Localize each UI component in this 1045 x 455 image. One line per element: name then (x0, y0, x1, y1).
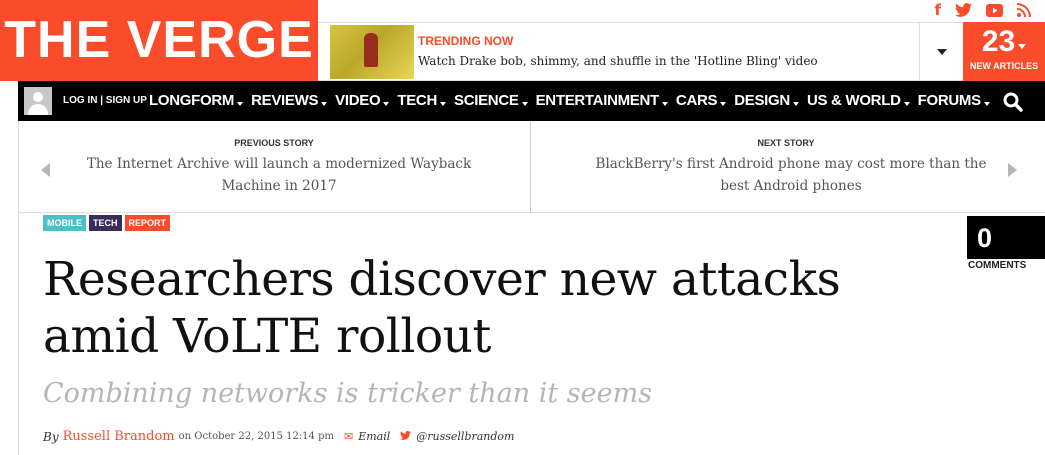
nav-item-tech[interactable]: TECH (397, 81, 446, 121)
twitter-icon[interactable] (955, 3, 972, 17)
email-share-link[interactable]: ✉ Email (344, 430, 390, 443)
trending-bar[interactable]: TRENDING NOW Watch Drake bob, shimmy, an… (318, 22, 963, 81)
chevron-down-icon (936, 48, 947, 55)
article: MOBILE TECH REPORT 0 COMMENTS Researcher… (18, 213, 1045, 455)
site-logo[interactable]: THE VERGE (0, 0, 318, 81)
facebook-icon[interactable]: f (934, 1, 941, 19)
next-story-link[interactable]: NEXT STORY BlackBerry's first Android ph… (531, 121, 1041, 213)
nav-item-us-world[interactable]: US & WORLD (807, 81, 910, 121)
comments-count: 0 (977, 223, 993, 253)
trending-label: TRENDING NOW (418, 34, 514, 48)
author-link[interactable]: Russell Brandom (63, 429, 175, 444)
trending-thumbnail[interactable] (330, 25, 414, 79)
nav-item-cars[interactable]: CARS (676, 81, 726, 121)
nav-item-reviews[interactable]: REVIEWS (251, 81, 327, 121)
nav-item-science[interactable]: SCIENCE (454, 81, 528, 121)
email-label: Email (358, 430, 391, 443)
previous-story-title[interactable]: The Internet Archive will launch a moder… (69, 153, 489, 197)
next-story-title[interactable]: BlackBerry's first Android phone may cos… (581, 153, 1001, 197)
new-articles-button[interactable]: 23 NEW ARTICLES (963, 22, 1045, 81)
nav-items: LONGFORM REVIEWS VIDEO TECH SCIENCE ENTE… (149, 81, 998, 121)
email-icon: ✉ (343, 430, 354, 443)
nav-item-longform[interactable]: LONGFORM (149, 81, 243, 121)
twitter-icon (400, 430, 412, 443)
article-headline: Researchers discover new attacks amid Vo… (43, 252, 841, 364)
comments-label[interactable]: COMMENTS (968, 260, 1026, 271)
new-articles-label: NEW ARTICLES (969, 61, 1039, 71)
tag-list: MOBILE TECH REPORT (43, 215, 171, 231)
arrow-right-icon (1008, 163, 1017, 177)
previous-story-kicker: PREVIOUS STORY (234, 138, 314, 148)
social-links: f (934, 0, 1031, 20)
story-navigation: PREVIOUS STORY The Internet Archive will… (18, 121, 1045, 213)
publish-date: on October 22, 2015 12:14 pm (178, 431, 334, 442)
byline: By Russell Brandom on October 22, 2015 1… (43, 429, 514, 444)
comments-button[interactable]: 0 (967, 216, 1045, 259)
twitter-handle-link[interactable]: @russellbrandom (400, 430, 514, 443)
nav-item-forums[interactable]: FORUMS (918, 81, 990, 121)
article-dek: Combining networks is tricker than it se… (43, 378, 653, 409)
login-link[interactable]: LOG IN | SIGN UP (63, 81, 147, 121)
search-icon[interactable] (1003, 92, 1023, 112)
youtube-icon[interactable] (986, 3, 1003, 17)
nav-item-video[interactable]: VIDEO (335, 81, 389, 121)
tag-tech[interactable]: TECH (89, 215, 122, 231)
byline-prefix: By (43, 429, 59, 444)
rss-icon[interactable] (1017, 3, 1031, 17)
avatar[interactable] (24, 87, 52, 115)
twitter-handle: @russellbrandom (416, 430, 515, 443)
previous-story-link[interactable]: PREVIOUS STORY The Internet Archive will… (19, 121, 529, 213)
nav-item-entertainment[interactable]: ENTERTAINMENT (536, 81, 668, 121)
arrow-left-icon (41, 163, 50, 177)
main-nav: LOG IN | SIGN UP LONGFORM REVIEWS VIDEO … (18, 81, 1045, 121)
trending-headline[interactable]: Watch Drake bob, shimmy, and shuffle in … (418, 54, 818, 68)
tag-mobile[interactable]: MOBILE (43, 215, 86, 231)
nav-item-design[interactable]: DESIGN (734, 81, 799, 121)
trending-dropdown-button[interactable] (919, 23, 963, 80)
new-articles-count: 23 (963, 25, 1045, 59)
tag-report[interactable]: REPORT (124, 215, 171, 231)
next-story-kicker: NEXT STORY (757, 138, 815, 148)
